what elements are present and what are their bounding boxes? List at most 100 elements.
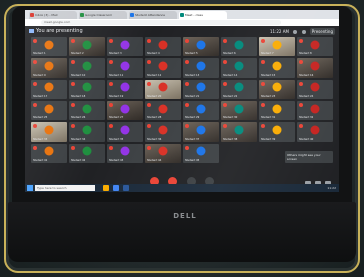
participant-tile[interactable]: Student 28 [145, 101, 181, 121]
file-explorer-icon[interactable] [103, 185, 109, 191]
mic-muted-icon [223, 39, 227, 43]
participant-tile[interactable]: Student 23 [259, 79, 295, 99]
browser-tab-active[interactable]: Meet - class [179, 11, 227, 19]
avatar [272, 82, 282, 92]
mic-muted-icon [185, 81, 189, 86]
participant-tile[interactable]: Student 26 [69, 101, 105, 121]
mic-muted-icon [71, 124, 75, 129]
participant-tile[interactable]: Student 17 [31, 79, 67, 99]
avatar [158, 125, 168, 135]
presenter-pill[interactable]: Presenting [309, 28, 335, 35]
avatar [44, 61, 54, 71]
browser-tab[interactable]: Inbox (3) - Mail [29, 11, 77, 19]
mic-muted-icon [109, 60, 113, 65]
participant-tile[interactable]: Student 8 [297, 37, 333, 57]
avatar [310, 104, 320, 114]
participant-tile[interactable]: Student 45 [183, 143, 219, 163]
participant-tile[interactable]: Student 14 [221, 58, 257, 78]
tab-label: Google Classroom [85, 13, 113, 17]
participant-tile[interactable]: Student 32 [297, 101, 333, 121]
participant-tile[interactable]: Student 29 [183, 101, 219, 121]
participant-tile[interactable]: Student 16 [297, 58, 333, 78]
participant-tile[interactable]: Student 34 [69, 122, 105, 142]
mic-muted-icon [185, 145, 189, 150]
participant-name: Student 45 [185, 159, 200, 162]
mic-muted-icon [71, 39, 75, 43]
url-input[interactable]: meet.google.com [41, 20, 281, 25]
participant-tile[interactable]: Student 22 [221, 79, 257, 99]
avatar [120, 104, 130, 114]
participant-tile[interactable]: Student 43 [107, 143, 143, 163]
avatar [44, 82, 54, 92]
participant-name: Student 27 [109, 116, 124, 120]
mic-muted-icon [109, 124, 113, 129]
participant-tile[interactable]: Student 37 [183, 122, 219, 142]
participant-name: Student 19 [109, 95, 124, 98]
participant-tile[interactable]: Student 4 [145, 37, 181, 57]
browser-tab[interactable]: Google Classroom [79, 11, 127, 19]
start-icon[interactable] [27, 185, 33, 191]
avatar [158, 104, 168, 114]
participant-tile[interactable]: Student 10 [69, 58, 105, 78]
participant-name: Student 6 [223, 52, 236, 56]
participant-tile[interactable]: Student 20 [145, 79, 181, 99]
participant-name: Student 15 [261, 73, 276, 77]
participant-name: Student 17 [33, 95, 48, 98]
participant-tile[interactable]: Student 7 [259, 37, 295, 57]
participant-name: Student 40 [299, 137, 314, 141]
participant-tile[interactable]: Student 35 [107, 122, 143, 142]
chrome-icon[interactable] [113, 185, 119, 191]
participant-tile[interactable]: Student 21 [183, 79, 219, 99]
participant-tile[interactable]: Student 3 [107, 37, 143, 57]
participant-tile[interactable]: Student 27 [107, 101, 143, 121]
participant-tile[interactable]: Student 6 [221, 37, 257, 57]
participant-tile[interactable]: Student 2 [69, 37, 105, 57]
participant-tile[interactable]: Student 5 [183, 37, 219, 57]
tab-label: Student Attendance [135, 13, 166, 17]
participant-tile[interactable]: Student 41 [31, 143, 67, 163]
participant-tile[interactable]: Student 38 [221, 122, 257, 142]
avatar [310, 61, 320, 71]
mic-muted-icon [223, 124, 227, 129]
mic-muted-icon [185, 124, 189, 129]
participant-tile[interactable]: Student 13 [183, 58, 219, 78]
word-icon[interactable] [123, 185, 129, 191]
mic-muted-icon [33, 81, 37, 86]
chat-icon[interactable] [301, 30, 306, 34]
participant-tile[interactable]: Student 44 [145, 143, 181, 163]
avatar [120, 125, 130, 135]
avatar [196, 82, 206, 92]
participant-name: Student 21 [185, 95, 200, 98]
avatar [120, 40, 130, 50]
avatar [272, 61, 282, 71]
taskbar-search-input[interactable]: Type here to search [35, 185, 95, 191]
participant-tile[interactable]: Student 40 [297, 122, 333, 142]
participant-tile[interactable]: Student 33 [31, 122, 67, 142]
participant-tile[interactable]: Student 24 [297, 79, 333, 99]
presenting-text: You are presenting [36, 28, 83, 34]
participant-tile[interactable]: Student 15 [259, 58, 295, 78]
mic-muted-icon [261, 81, 265, 86]
participant-tile[interactable]: Student 12 [145, 58, 181, 78]
participant-tile[interactable]: Student 30 [221, 101, 257, 121]
participant-tile[interactable]: Student 1 [31, 37, 67, 57]
meet-window: You are presenting 11:22 AM Presenting S… [25, 26, 339, 192]
avatar [44, 40, 54, 50]
mic-muted-icon [147, 124, 151, 129]
participant-tile[interactable]: Student 9 [31, 58, 67, 78]
avatar [272, 104, 282, 114]
people-icon[interactable] [293, 30, 298, 34]
participant-tile[interactable]: Student 42 [69, 143, 105, 163]
participant-name: Student 16 [299, 73, 314, 77]
participant-tile[interactable]: Student 39 [259, 122, 295, 142]
avatar [196, 146, 206, 156]
participant-tile[interactable]: Student 18 [69, 79, 105, 99]
participant-tile[interactable]: Student 11 [107, 58, 143, 78]
participant-tile[interactable]: Student 19 [107, 79, 143, 99]
mic-muted-icon [147, 103, 151, 107]
participant-tile[interactable]: Student 25 [31, 101, 67, 121]
browser-tab[interactable]: Student Attendance [129, 11, 177, 19]
participant-tile[interactable]: Student 31 [259, 101, 295, 121]
participant-tile[interactable]: Student 36 [145, 122, 181, 142]
participant-name: Student 13 [185, 73, 200, 77]
